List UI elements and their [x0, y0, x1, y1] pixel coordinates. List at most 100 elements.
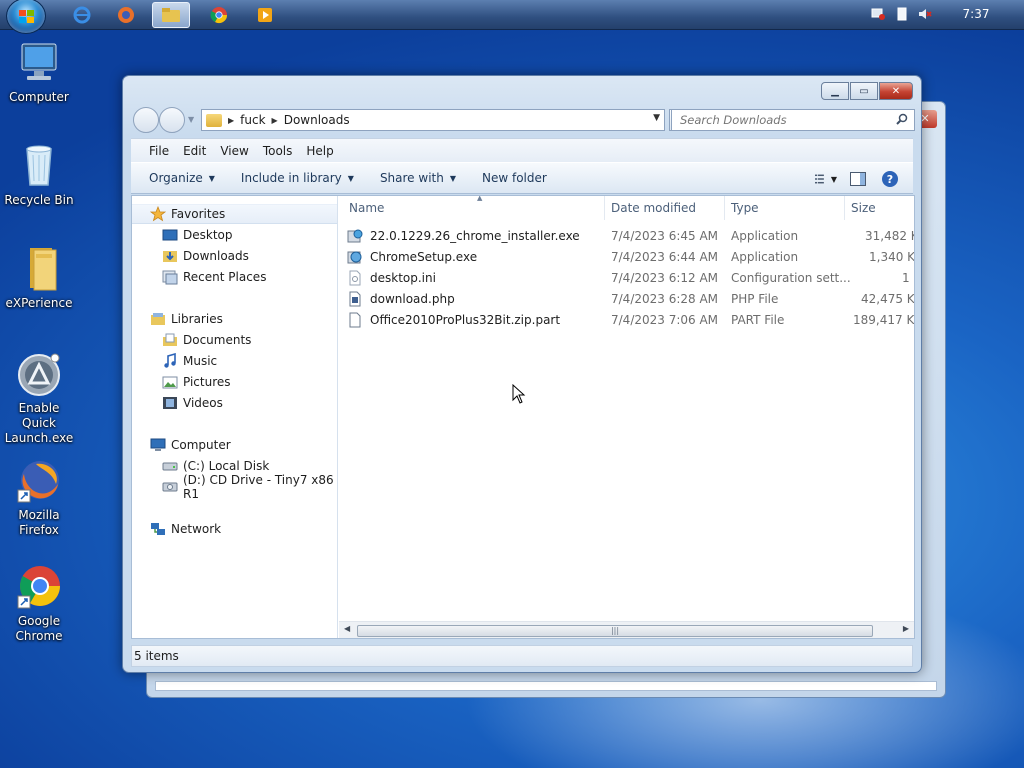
desktop-icon-computer[interactable]: Computer [0, 40, 78, 105]
column-header-label: Size [851, 201, 876, 215]
maximize-button[interactable]: ▭ [850, 82, 878, 100]
preview-pane-button[interactable] [847, 168, 869, 190]
back-button[interactable] [133, 107, 159, 133]
menu-file[interactable]: File [149, 144, 169, 158]
column-header-size[interactable]: Size [845, 196, 914, 220]
file-date: 7/4/2023 7:06 AM [611, 313, 719, 327]
file-row[interactable]: ChromeSetup.exe 7/4/2023 6:44 AM Applica… [339, 247, 914, 268]
help-icon: ? [882, 171, 898, 187]
file-type: Configuration sett... [731, 271, 851, 285]
nav-cd-drive[interactable]: (D:) CD Drive - Tiny7 x86 R1 [132, 473, 337, 501]
close-button[interactable]: ✕ [879, 82, 913, 100]
recent-pages-dropdown-icon[interactable]: ▼ [188, 115, 194, 124]
start-button[interactable] [6, 0, 46, 34]
menu-edit[interactable]: Edit [183, 144, 206, 158]
volume-muted-tray-icon[interactable] [918, 7, 932, 21]
search-input[interactable] [672, 110, 882, 130]
breadcrumb-chevron-icon[interactable]: ▶ [228, 116, 234, 125]
desktop-icon-recycle-bin[interactable]: Recycle Bin [0, 143, 78, 208]
details-view-icon [815, 174, 824, 184]
breadcrumb-item[interactable]: Downloads [284, 113, 350, 127]
nav-favorites[interactable]: Favorites [132, 204, 337, 224]
recent-places-icon [162, 270, 178, 285]
firefox-icon [16, 458, 62, 504]
taskbar: 7:37 [0, 0, 1024, 34]
desktop-icon-google-chrome[interactable]: Google Chrome [0, 564, 78, 644]
scrollbar-thumb[interactable]: ||| [357, 625, 873, 637]
file-size: 31,482 K [865, 229, 914, 243]
quick-launch-icon [16, 351, 62, 397]
nav-pictures[interactable]: Pictures [132, 372, 337, 392]
minimize-button[interactable]: ▁ [821, 82, 849, 100]
nav-libraries[interactable]: Libraries [132, 309, 337, 329]
address-bar[interactable]: ▶ fuck ▶ Downloads ▼ [201, 109, 665, 131]
chevron-down-icon: ▼ [347, 173, 354, 183]
nav-label: Libraries [171, 312, 223, 326]
file-row[interactable]: desktop.ini 7/4/2023 6:12 AM Configurati… [339, 268, 914, 289]
nav-videos[interactable]: Videos [132, 393, 337, 413]
scroll-left-icon[interactable]: ◀ [344, 624, 350, 633]
breadcrumb-item[interactable]: fuck [240, 113, 265, 127]
nav-label: (C:) Local Disk [183, 459, 270, 473]
nav-label: Documents [183, 333, 252, 347]
nav-music[interactable]: Music [132, 351, 337, 371]
menu-view[interactable]: View [220, 144, 248, 158]
nav-computer[interactable]: Computer [132, 435, 337, 455]
share-with-button[interactable]: Share with ▼ [380, 171, 456, 185]
nav-recent-places[interactable]: Recent Places [132, 267, 337, 287]
desktop-icon-enable-quick-launch[interactable]: Enable Quick Launch.exe [0, 351, 78, 446]
nav-desktop[interactable]: Desktop [132, 225, 337, 245]
scroll-right-icon[interactable]: ▶ [903, 624, 909, 633]
new-folder-label: New folder [482, 171, 547, 185]
help-button[interactable]: ? [879, 168, 901, 190]
command-bar: Organize ▼ Include in library ▼ Share with… [131, 162, 913, 194]
file-row[interactable]: download.php 7/4/2023 6:28 AM PHP File 4… [339, 289, 914, 310]
change-view-button[interactable]: ▼ [815, 168, 837, 190]
computer-icon [16, 40, 62, 86]
preview-pane-icon [850, 172, 866, 186]
forward-button[interactable] [159, 107, 185, 133]
new-folder-button[interactable]: New folder [482, 171, 547, 185]
breadcrumb-chevron-icon[interactable]: ▶ [272, 116, 278, 125]
internet-explorer-icon [73, 6, 91, 24]
taskbar-internet-explorer[interactable] [63, 2, 101, 28]
include-in-library-button[interactable]: Include in library ▼ [241, 171, 354, 185]
column-header-name[interactable]: Name [339, 196, 605, 220]
nav-downloads[interactable]: Downloads [132, 246, 337, 266]
documents-icon [163, 333, 177, 346]
file-row[interactable]: Office2010ProPlus32Bit.zip.part 7/4/2023… [339, 310, 914, 331]
chevron-down-icon: ▼ [208, 173, 215, 183]
desktop-icon-experience[interactable]: eXPerience [0, 246, 78, 311]
file-list: ▲ Name Date modified Type Size 22.0.1229… [339, 196, 914, 638]
menu-tools[interactable]: Tools [263, 144, 293, 158]
view-controls: ▼ ? [805, 168, 901, 190]
address-dropdown-icon[interactable]: ▼ [653, 113, 660, 123]
column-header-date-modified[interactable]: Date modified [605, 196, 725, 220]
file-row[interactable]: 22.0.1229.26_chrome_installer.exe 7/4/20… [339, 226, 914, 247]
taskbar-media-player[interactable] [246, 2, 284, 28]
taskbar-windows-explorer[interactable] [152, 2, 190, 28]
close-icon: ✕ [891, 85, 901, 97]
file-type: PHP File [731, 292, 779, 306]
share-with-label: Share with [379, 171, 444, 185]
desktop-icon-mozilla-firefox[interactable]: Mozilla Firefox [0, 458, 78, 538]
nav-label: Downloads [183, 249, 249, 263]
nav-network[interactable]: Network [132, 519, 337, 539]
column-header-type[interactable]: Type [725, 196, 845, 220]
file-type: Application [731, 250, 799, 264]
network-tray-icon[interactable] [871, 7, 885, 21]
part-file-icon [349, 312, 361, 328]
nav-documents[interactable]: Documents [132, 330, 337, 350]
taskbar-chrome[interactable] [200, 2, 238, 28]
taskbar-firefox[interactable] [107, 2, 145, 28]
organize-button[interactable]: Organize ▼ [149, 171, 215, 185]
taskbar-clock[interactable]: 7:37 [958, 7, 994, 21]
menu-help[interactable]: Help [306, 144, 333, 158]
horizontal-scrollbar[interactable]: ◀ ||| ▶ [339, 621, 914, 638]
search-icon[interactable] [896, 113, 908, 125]
mouse-cursor-icon [512, 384, 526, 404]
file-type: Application [731, 229, 799, 243]
recycle-bin-icon [16, 143, 62, 189]
desktop-icon-label: Recycle Bin [4, 193, 74, 207]
action-center-tray-icon[interactable] [895, 7, 909, 21]
